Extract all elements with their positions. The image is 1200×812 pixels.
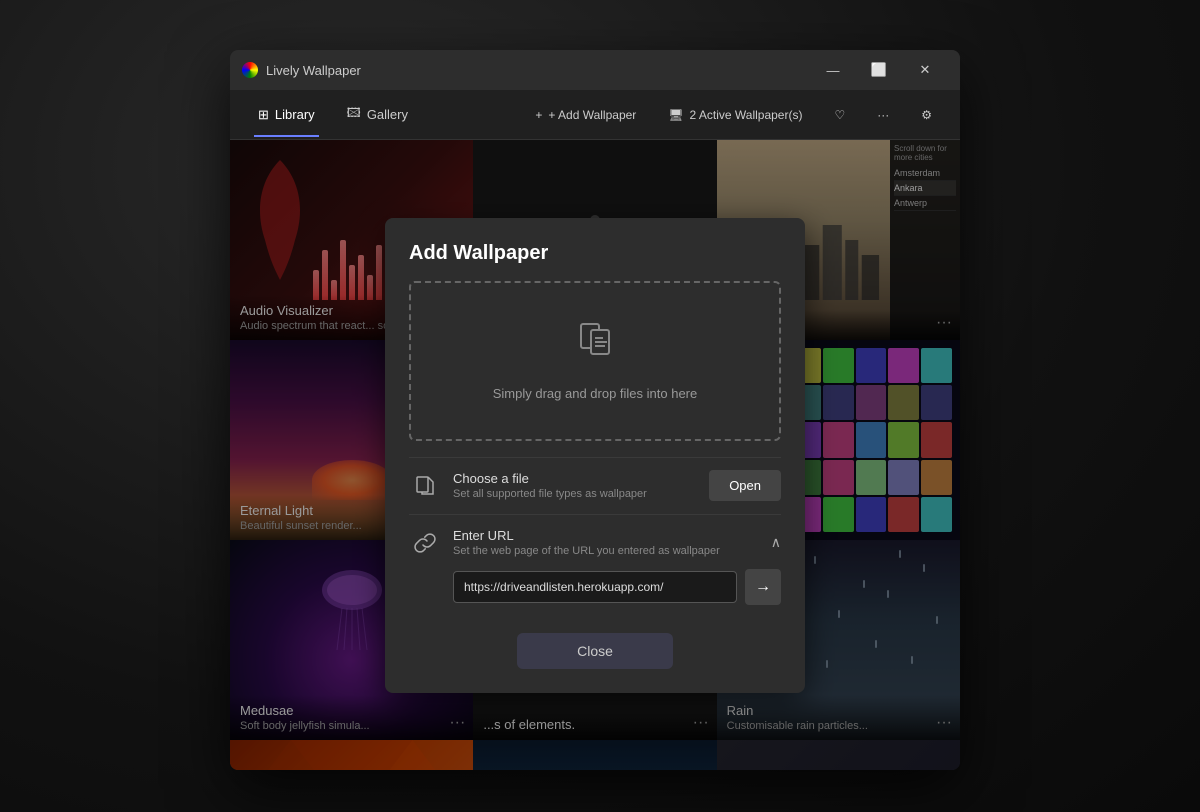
minimize-button[interactable]: — (810, 54, 856, 86)
library-grid-icon: ⊞ (258, 107, 269, 123)
app-icon (242, 62, 258, 78)
maximize-button[interactable]: ⬜ (856, 54, 902, 86)
app-title: Lively Wallpaper (266, 63, 810, 78)
tab-library[interactable]: ⊞ Library (246, 101, 327, 129)
modal-close-button[interactable]: Close (517, 633, 673, 669)
heart-icon: ♡ (834, 108, 845, 122)
add-wallpaper-modal: Add Wallpaper Simply drag and drop files… (385, 218, 805, 693)
choose-file-section: Choose a file Set all supported file typ… (409, 457, 781, 514)
gear-icon: ⚙ (921, 108, 932, 122)
titlebar: Lively Wallpaper — ⬜ ✕ (230, 50, 960, 90)
active-label: 2 Active Wallpaper(s) (690, 108, 803, 122)
more-icon: ··· (877, 108, 889, 122)
gallery-icon: 🖾 (347, 104, 361, 126)
url-link-icon (409, 527, 441, 559)
drop-files-icon (573, 320, 617, 374)
drop-zone[interactable]: Simply drag and drop files into here (409, 281, 781, 441)
file-icon (409, 470, 441, 502)
open-file-button[interactable]: Open (709, 470, 781, 501)
url-sub: Set the web page of the URL you entered … (453, 545, 759, 557)
favorites-button[interactable]: ♡ (822, 102, 857, 128)
choose-file-text: Choose a file Set all supported file typ… (453, 471, 697, 500)
gallery-label: Gallery (367, 107, 408, 122)
url-collapse-button[interactable]: ∧ (771, 534, 781, 551)
settings-button[interactable]: ⚙ (909, 102, 944, 128)
choose-sub: Set all supported file types as wallpape… (453, 488, 697, 500)
monitor-icon: 🖥 (668, 108, 683, 122)
url-text: Enter URL Set the web page of the URL yo… (453, 528, 759, 557)
window-controls: — ⬜ ✕ (810, 54, 948, 86)
more-button[interactable]: ··· (865, 102, 901, 128)
url-section: Enter URL Set the web page of the URL yo… (409, 514, 781, 617)
add-wallpaper-button[interactable]: + + Add Wallpaper (523, 102, 648, 128)
modal-overlay: Add Wallpaper Simply drag and drop files… (230, 140, 960, 770)
drop-text: Simply drag and drop files into here (493, 386, 698, 401)
add-icon: + (535, 108, 542, 122)
url-top: Enter URL Set the web page of the URL yo… (409, 527, 781, 559)
close-window-button[interactable]: ✕ (902, 54, 948, 86)
url-input[interactable] (453, 571, 737, 603)
url-label: Enter URL (453, 528, 759, 543)
app-window: Lively Wallpaper — ⬜ ✕ ⊞ Library 🖾 Galle… (230, 50, 960, 770)
url-go-button[interactable]: → (745, 569, 781, 605)
url-input-row: → (409, 569, 781, 605)
active-wallpapers-button[interactable]: 🖥 2 Active Wallpaper(s) (656, 102, 814, 128)
content-area: Audio Visualizer Audio spectrum that rea… (230, 140, 960, 770)
add-label: + Add Wallpaper (548, 108, 636, 122)
toolbar: ⊞ Library 🖾 Gallery + + Add Wallpaper 🖥 … (230, 90, 960, 140)
modal-footer: Close (409, 633, 781, 669)
tab-gallery[interactable]: 🖾 Gallery (335, 98, 420, 132)
library-label: Library (275, 107, 315, 122)
choose-label: Choose a file (453, 471, 697, 486)
modal-title: Add Wallpaper (409, 242, 781, 265)
